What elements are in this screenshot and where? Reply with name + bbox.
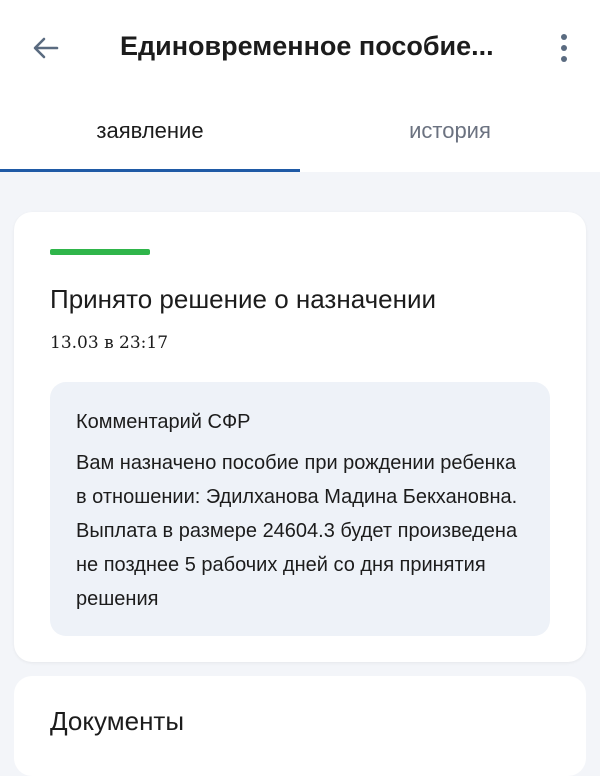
status-indicator <box>50 249 150 255</box>
comment-label: Комментарий СФР <box>76 411 251 433</box>
comment-text: Вам назначено пособие при рождении ребен… <box>76 452 518 610</box>
documents-title: Документы <box>50 706 185 736</box>
tab-history[interactable]: история <box>300 100 600 172</box>
status-timestamp: 13.03 в 23:17 <box>50 333 169 353</box>
tab-label: заявление <box>96 118 204 143</box>
documents-card[interactable]: Документы <box>14 676 586 776</box>
tab-application[interactable]: заявление <box>0 100 300 172</box>
status-card: Принято решение о назначении 13.03 в 23:… <box>14 212 586 662</box>
status-title: Принято решение о назначении <box>50 284 437 314</box>
tab-bar: заявление история <box>0 100 600 172</box>
tab-label: история <box>409 118 491 143</box>
more-options-button[interactable] <box>548 26 580 70</box>
page-title: Единовременное пособие... <box>120 31 494 61</box>
back-button[interactable] <box>24 26 68 70</box>
app-header: Единовременное пособие... заявление исто… <box>0 0 600 172</box>
more-vertical-icon <box>561 34 567 62</box>
comment-box: Комментарий СФР Вам назначено пособие пр… <box>50 382 550 636</box>
arrow-left-icon <box>33 37 59 59</box>
